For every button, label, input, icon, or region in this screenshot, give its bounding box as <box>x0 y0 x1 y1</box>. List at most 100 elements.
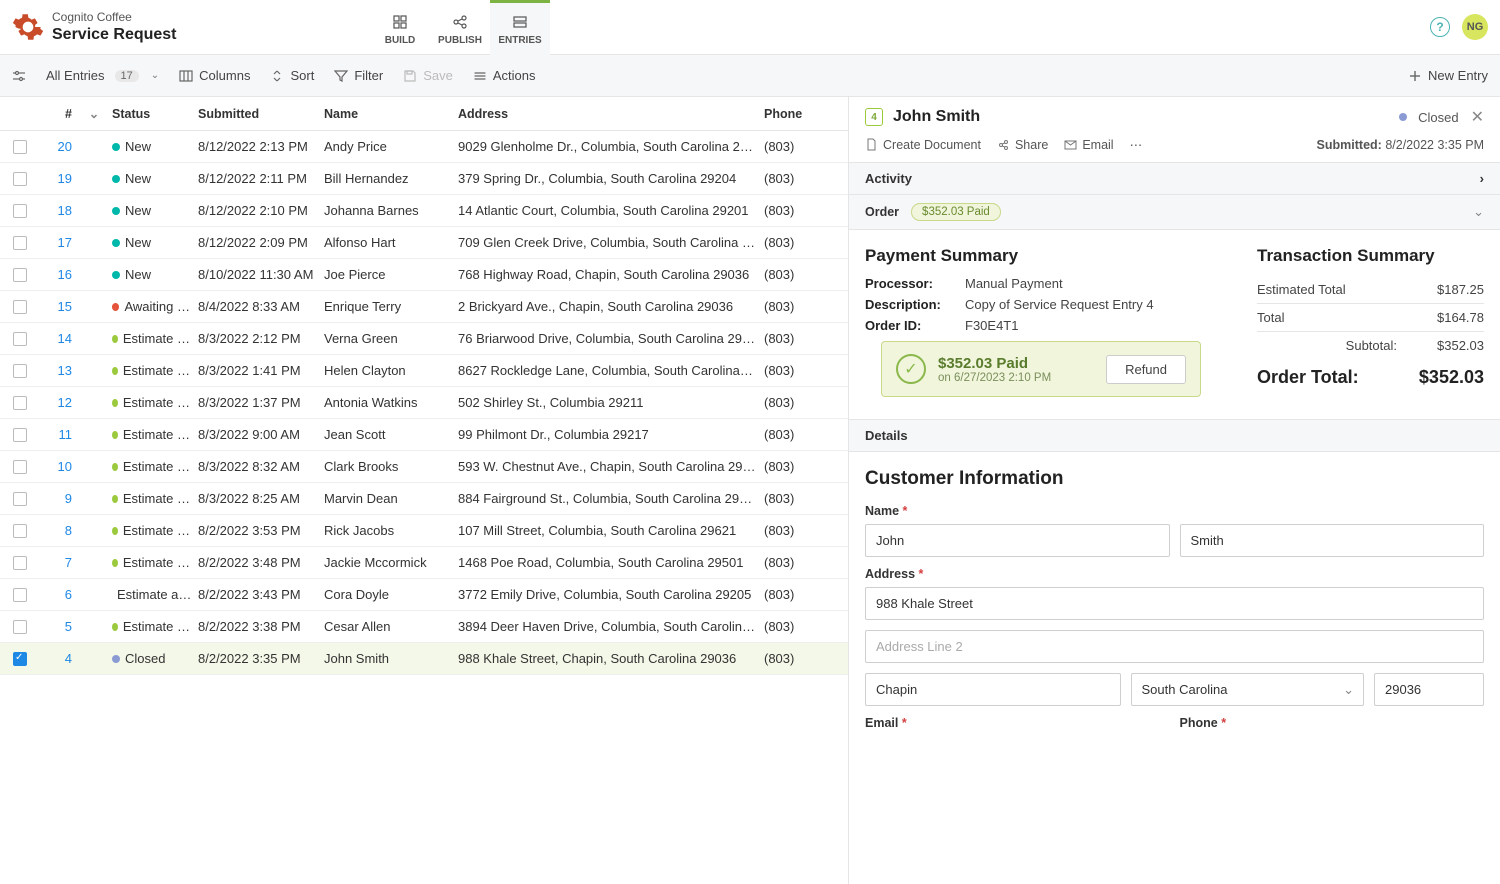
row-phone: (803) <box>764 459 824 474</box>
row-checkbox[interactable] <box>0 332 40 346</box>
row-checkbox[interactable] <box>0 492 40 506</box>
details-body: Customer Information Name * Address * ⌄ … <box>849 452 1500 762</box>
row-phone: (803) <box>764 267 824 282</box>
row-checkbox[interactable] <box>0 364 40 378</box>
entry-status-label: Closed <box>1418 110 1458 125</box>
row-submitted: 8/10/2022 11:30 AM <box>198 267 324 282</box>
close-panel-icon[interactable]: ✕ <box>1471 107 1484 127</box>
row-checkbox[interactable] <box>0 524 40 538</box>
actions-button[interactable]: Actions <box>473 68 536 83</box>
row-checkbox[interactable] <box>0 396 40 410</box>
row-address: 379 Spring Dr., Columbia, South Carolina… <box>458 171 764 186</box>
row-submitted: 8/2/2022 3:35 PM <box>198 651 324 666</box>
zip-input[interactable] <box>1374 673 1484 706</box>
save-label: Save <box>423 68 453 83</box>
all-entries-label: All Entries <box>46 68 105 83</box>
save-button[interactable]: Save <box>403 68 453 83</box>
new-entry-button[interactable]: New Entry <box>1408 68 1488 83</box>
row-address: 3894 Deer Haven Drive, Columbia, South C… <box>458 619 764 634</box>
toolbar-settings-icon[interactable] <box>12 69 26 83</box>
help-icon[interactable]: ? <box>1430 17 1450 37</box>
row-checkbox[interactable] <box>0 140 40 154</box>
name-field-label: Name * <box>865 504 1484 518</box>
row-number: 4 <box>40 651 80 666</box>
create-document-button[interactable]: Create Document <box>865 138 981 152</box>
header-status[interactable]: Status <box>108 107 198 121</box>
filter-icon <box>334 69 348 83</box>
row-checkbox[interactable] <box>0 300 40 314</box>
row-submitted: 8/3/2022 9:00 AM <box>198 427 324 442</box>
more-actions-button[interactable]: ⋯ <box>1130 137 1143 152</box>
row-phone: (803) <box>764 171 824 186</box>
header-name[interactable]: Name <box>324 107 458 121</box>
header-address[interactable]: Address <box>458 107 764 121</box>
email-button[interactable]: Email <box>1064 138 1113 152</box>
address-line1-input[interactable] <box>865 587 1484 620</box>
tab-entries[interactable]: ENTRIES <box>490 0 550 55</box>
user-avatar[interactable]: NG <box>1462 14 1488 40</box>
tab-publish[interactable]: PUBLISH <box>430 0 490 55</box>
row-checkbox[interactable] <box>0 588 40 602</box>
row-status: Estimate … <box>108 555 198 570</box>
share-icon <box>997 138 1010 151</box>
row-number: 7 <box>40 555 80 570</box>
row-name: Joe Pierce <box>324 267 458 282</box>
tab-publish-label: PUBLISH <box>438 35 482 46</box>
row-name: Bill Hernandez <box>324 171 458 186</box>
row-checkbox[interactable] <box>0 268 40 282</box>
state-select[interactable] <box>1131 673 1365 706</box>
header-right: ? NG <box>1430 14 1488 40</box>
row-checkbox[interactable] <box>0 172 40 186</box>
filter-button[interactable]: Filter <box>334 68 383 83</box>
row-checkbox[interactable] <box>0 460 40 474</box>
row-name: Marvin Dean <box>324 491 458 506</box>
row-status: New <box>108 235 198 250</box>
row-checkbox[interactable] <box>0 556 40 570</box>
first-name-input[interactable] <box>865 524 1170 557</box>
subtotal-value: $352.03 <box>1437 338 1484 353</box>
paid-status-box: ✓ $352.03 Paid on 6/27/2023 2:10 PM Refu… <box>881 341 1201 397</box>
orderid-value: F30E4T1 <box>965 318 1018 333</box>
all-entries-dropdown[interactable]: All Entries 17 ⌄ <box>46 68 159 83</box>
row-checkbox[interactable] <box>0 236 40 250</box>
refund-button[interactable]: Refund <box>1106 355 1186 384</box>
sort-icon <box>270 69 284 83</box>
activity-section-bar[interactable]: Activity › <box>849 162 1500 195</box>
email-label: Email <box>1082 138 1113 152</box>
entry-status-chip: Closed <box>1399 110 1458 125</box>
payment-summary: Payment Summary Processor:Manual Payment… <box>865 246 1217 411</box>
row-address: 1468 Poe Road, Columbia, South Carolina … <box>458 555 764 570</box>
row-phone: (803) <box>764 235 824 250</box>
address-line2-input[interactable] <box>865 630 1484 663</box>
columns-button[interactable]: Columns <box>179 68 250 83</box>
row-status: Closed <box>108 651 198 666</box>
row-number: 19 <box>40 171 80 186</box>
row-checkbox[interactable] <box>0 428 40 442</box>
sort-button[interactable]: Sort <box>270 68 314 83</box>
city-input[interactable] <box>865 673 1121 706</box>
brand-org: Cognito Coffee <box>52 10 177 24</box>
tab-build[interactable]: BUILD <box>370 0 430 55</box>
row-checkbox[interactable] <box>0 204 40 218</box>
header-num[interactable]: # <box>40 107 80 121</box>
submitted-label: Submitted: <box>1317 138 1382 152</box>
row-submitted: 8/12/2022 2:09 PM <box>198 235 324 250</box>
row-checkbox[interactable] <box>0 652 40 666</box>
document-icon <box>865 138 878 151</box>
actions-icon <box>473 69 487 83</box>
row-submitted: 8/4/2022 8:33 AM <box>198 299 324 314</box>
row-address: 884 Fairground St., Columbia, South Caro… <box>458 491 764 506</box>
status-dot-icon <box>1399 113 1407 121</box>
header-submitted[interactable]: Submitted <box>198 107 324 121</box>
share-button[interactable]: Share <box>997 138 1048 152</box>
row-status: Estimate a… <box>108 587 198 602</box>
row-phone: (803) <box>764 331 824 346</box>
last-name-input[interactable] <box>1180 524 1485 557</box>
row-submitted: 8/3/2022 8:32 AM <box>198 459 324 474</box>
order-section-bar[interactable]: Order $352.03 Paid ⌄ <box>849 195 1500 230</box>
description-key: Description: <box>865 297 965 312</box>
header-phone[interactable]: Phone <box>764 107 824 121</box>
sort-indicator-icon[interactable]: ⌄ <box>80 106 108 121</box>
row-checkbox[interactable] <box>0 620 40 634</box>
row-name: Helen Clayton <box>324 363 458 378</box>
